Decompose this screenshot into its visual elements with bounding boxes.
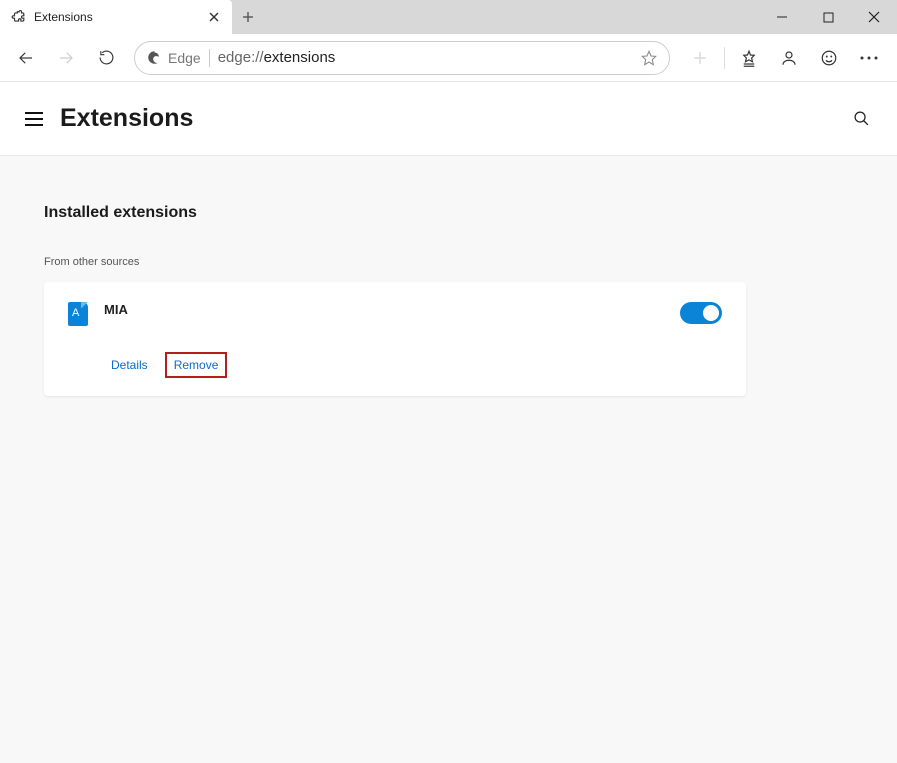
window-titlebar: Extensions (0, 0, 897, 34)
address-bar[interactable]: Edge edge://extensions (134, 41, 670, 75)
tab-title: Extensions (34, 10, 206, 24)
more-menu-icon[interactable] (849, 40, 889, 76)
nav-back-button[interactable] (8, 40, 44, 76)
window-controls (759, 0, 897, 34)
window-maximize-button[interactable] (805, 0, 851, 34)
extension-row: A MIA (68, 302, 722, 326)
browser-tab[interactable]: Extensions (0, 0, 232, 34)
window-minimize-button[interactable] (759, 0, 805, 34)
section-installed-title: Installed extensions (44, 204, 853, 222)
nav-refresh-button[interactable] (88, 40, 124, 76)
page-body: Extensions Installed extensions From oth… (0, 82, 897, 763)
site-identity: Edge (147, 50, 201, 66)
toolbar-add-icon[interactable] (680, 40, 720, 76)
extension-name: MIA (104, 302, 128, 317)
toolbar-separator (724, 47, 725, 69)
extension-actions: Details Remove (104, 352, 722, 378)
extension-icon-letter: A (72, 307, 79, 319)
url-path: extensions (264, 49, 336, 66)
toggle-knob (703, 305, 719, 321)
site-identity-label: Edge (168, 50, 201, 66)
window-close-button[interactable] (851, 0, 897, 34)
extension-puzzle-icon (10, 9, 26, 25)
toolbar-right-icons (680, 40, 889, 76)
content-area: Installed extensions From other sources … (0, 156, 897, 763)
extension-enable-toggle[interactable] (680, 302, 722, 324)
browser-toolbar: Edge edge://extensions (0, 34, 897, 82)
extension-remove-link[interactable]: Remove (165, 352, 228, 378)
extension-card: A MIA Details Remove (44, 282, 746, 396)
page-header: Extensions (0, 82, 897, 156)
favorite-star-icon[interactable] (641, 50, 657, 66)
search-icon[interactable] (845, 103, 877, 135)
hamburger-menu-icon[interactable] (20, 105, 48, 133)
extension-app-icon: A (68, 302, 88, 326)
page-title: Extensions (60, 104, 193, 133)
new-tab-button[interactable] (232, 0, 264, 34)
address-separator (209, 49, 210, 67)
url-text[interactable]: edge://extensions (218, 49, 633, 66)
edge-logo-icon (147, 50, 162, 65)
extension-details-link[interactable]: Details (104, 354, 155, 376)
tab-close-button[interactable] (206, 9, 222, 25)
profile-icon[interactable] (769, 40, 809, 76)
url-scheme: edge:// (218, 49, 264, 66)
section-source-subhead: From other sources (44, 256, 853, 268)
nav-forward-button[interactable] (48, 40, 84, 76)
feedback-smiley-icon[interactable] (809, 40, 849, 76)
favorites-list-icon[interactable] (729, 40, 769, 76)
